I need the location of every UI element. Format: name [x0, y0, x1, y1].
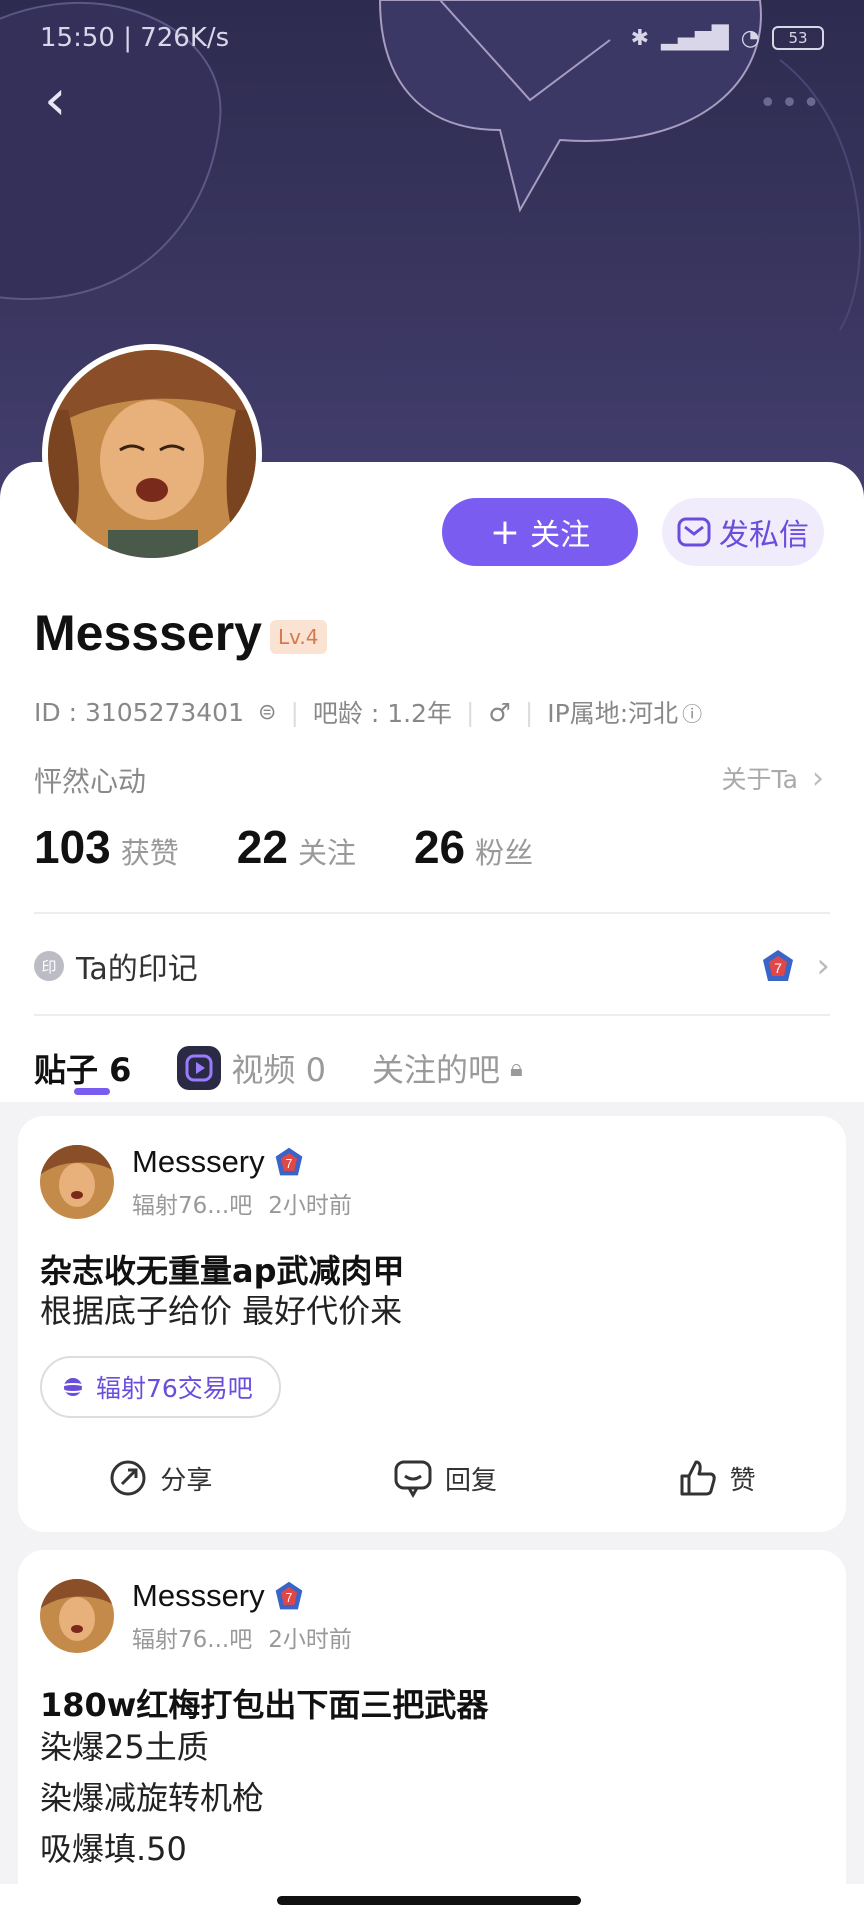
comment-icon — [394, 1460, 432, 1498]
post-header: Messsery 7 辐射76...吧 2小时前 — [40, 1578, 368, 1654]
badge-icon: 7 — [275, 1581, 302, 1610]
chevron-right-icon: › — [812, 760, 824, 796]
avatar-illustration — [48, 350, 256, 558]
user-id: ID : 3105273401 — [34, 697, 244, 727]
share-icon — [110, 1460, 146, 1496]
home-indicator[interactable] — [277, 1896, 581, 1905]
help-icon[interactable]: ⓘ — [682, 698, 702, 727]
tab-posts[interactable]: 贴子 6 — [34, 1045, 131, 1091]
more-icon[interactable]: ••• — [759, 86, 824, 121]
status-time: 15:50 | 726K/s — [40, 23, 230, 53]
about-link[interactable]: 关于Ta › — [722, 760, 824, 796]
tab-videos[interactable]: 视频 0 — [177, 1045, 326, 1091]
planet-icon — [60, 1378, 86, 1396]
divider — [34, 912, 830, 914]
post-title: 180w红梅打包出下面三把武器 — [40, 1686, 489, 1724]
about-label: 关于Ta — [721, 765, 798, 794]
follow-button[interactable]: + 关注 — [442, 498, 638, 566]
svg-text:7: 7 — [285, 1157, 292, 1171]
status-icons: ✱ ▂▄▆█ ◔ 53 — [631, 26, 824, 51]
tab-videos-label: 视频 0 — [231, 1051, 326, 1089]
post-meta: 辐射76...吧 2小时前 — [132, 1627, 352, 1653]
bluetooth-icon: ✱ — [630, 25, 650, 51]
chevron-right-icon: › — [816, 946, 830, 986]
tab-followed-bars[interactable]: 关注的吧 🔒︎ — [372, 1045, 523, 1091]
plus-icon: + — [489, 511, 521, 553]
post-body: 根据底子给价 最好代价来 — [40, 1292, 403, 1330]
post-avatar[interactable] — [40, 1579, 114, 1653]
back-button[interactable]: ‹ — [44, 73, 84, 129]
post-header: Messsery 7 辐射76...吧 2小时前 — [40, 1144, 368, 1220]
status-bar: 15:50 | 726K/s ✱ ▂▄▆█ ◔ 53 — [40, 18, 824, 58]
tab-posts-label: 贴子 6 — [34, 1051, 132, 1089]
tab-followed-bars-label: 关注的吧 — [371, 1051, 500, 1089]
post-actions: 分享 回复 赞 — [18, 1448, 846, 1508]
follow-label: 关注 — [530, 518, 591, 553]
post-body: 染爆25土质 染爆减旋转机枪 吸爆填.50 — [40, 1728, 265, 1868]
marks-row[interactable]: 印 Ta的印记 7 › — [34, 936, 830, 996]
post-avatar[interactable] — [40, 1145, 114, 1219]
profile-tabs: 贴子 6 视频 0 关注的吧 🔒︎ — [34, 1028, 523, 1108]
post-author[interactable]: Messsery 7 — [132, 1578, 368, 1614]
bar-age: 吧龄 : 1.2年 — [312, 699, 452, 728]
stats-row: 103 获赞 22 关注 26 粉丝 — [34, 820, 533, 874]
post-meta: 辐射76...吧 2小时前 — [132, 1193, 352, 1219]
svg-text:7: 7 — [285, 1591, 292, 1605]
ip-location: IP属地:河北 — [547, 699, 679, 728]
badge-icon: 7 — [275, 1147, 302, 1176]
wifi-icon: ◔ — [740, 25, 760, 51]
thumbs-up-icon — [680, 1460, 716, 1496]
gender-icon: ♂ — [488, 697, 511, 727]
profile-meta: ID : 3105273401 ⊜ | 吧龄 : 1.2年 | ♂ | IP属地… — [34, 694, 702, 730]
battery-icon: 53 — [772, 26, 824, 50]
level-badge: Lv.4 — [270, 620, 327, 654]
message-button[interactable]: 发私信 — [662, 498, 824, 566]
video-icon — [177, 1046, 222, 1090]
stat-followers[interactable]: 26 粉丝 — [414, 820, 533, 874]
divider — [34, 1014, 830, 1016]
reply-button[interactable]: 回复 — [393, 1448, 497, 1508]
post-card[interactable]: Messsery 7 辐射76...吧 2小时前 180w红梅打包出下面三把武器 … — [18, 1550, 846, 1910]
copy-id-icon[interactable]: ⊜ — [258, 700, 276, 725]
share-button[interactable]: 分享 — [108, 1448, 212, 1508]
marks-label: Ta的印记 — [76, 952, 198, 987]
post-author[interactable]: Messsery 7 — [132, 1144, 368, 1180]
signature: 怦然心动 — [34, 765, 147, 798]
message-label: 发私信 — [719, 518, 809, 553]
username: Messsery — [34, 605, 262, 661]
marks-icon: 印 — [34, 951, 64, 981]
like-button[interactable]: 赞 — [678, 1448, 756, 1508]
mail-icon — [677, 517, 711, 547]
post-card[interactable]: Messsery 7 辐射76...吧 2小时前 杂志收无重量ap武减肉甲 根据底… — [18, 1116, 846, 1532]
stat-following[interactable]: 22 关注 — [237, 820, 356, 874]
forum-tag[interactable]: 辐射76交易吧 — [40, 1356, 281, 1418]
stat-likes[interactable]: 103 获赞 — [34, 820, 179, 874]
avatar[interactable] — [42, 344, 262, 564]
active-tab-indicator — [74, 1088, 110, 1095]
svg-text:7: 7 — [774, 960, 782, 976]
signal-icon: ▂▄▆█ — [661, 25, 729, 51]
badge-icon: 7 — [763, 950, 794, 981]
lock-icon: 🔒︎ — [509, 1054, 523, 1082]
